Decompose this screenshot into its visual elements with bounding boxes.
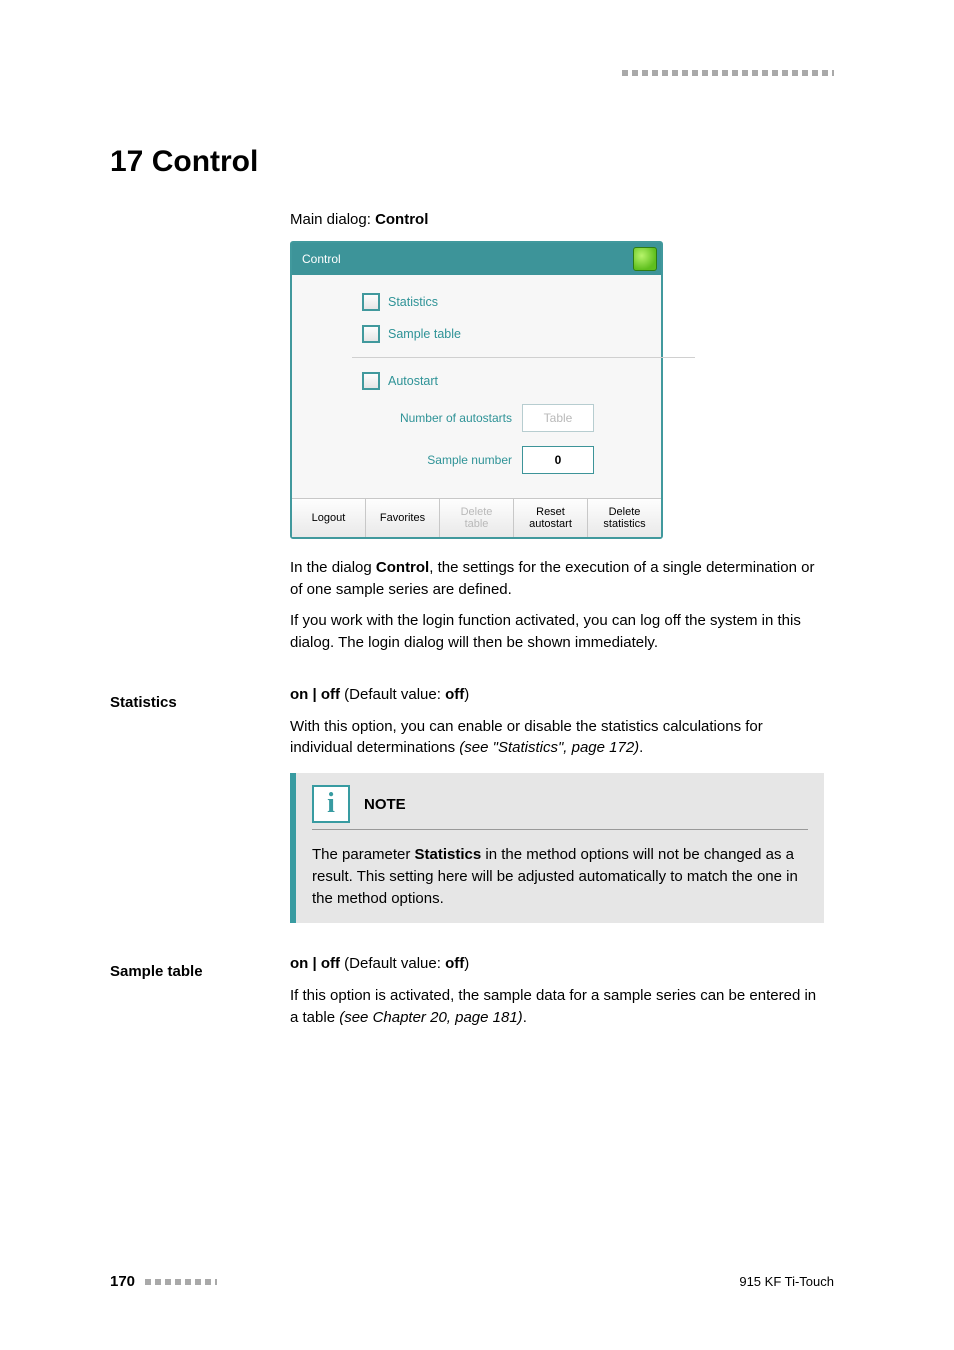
note-body-pre: The parameter — [312, 846, 415, 863]
mock-field-row: Sample number 0 — [362, 446, 643, 474]
mock-checkbox-row: Autostart — [362, 372, 643, 390]
sample-table-checkbox-label: Sample table — [388, 327, 461, 341]
paragraph: In the dialog Control, the settings for … — [290, 557, 824, 601]
default-bold: off — [445, 955, 464, 972]
note-title: NOTE — [364, 796, 406, 813]
info-icon-glyph: i — [327, 790, 335, 818]
para1-pre: In the dialog — [290, 559, 376, 576]
footer-product: 915 KF Ti-Touch — [739, 1274, 834, 1289]
onoff-prefix: on | off — [290, 955, 340, 972]
mock-title: Control — [302, 252, 341, 266]
sample-table-heading: Sample table — [110, 963, 280, 980]
num-autostarts-field[interactable]: Table — [522, 404, 594, 432]
default-suffix: ) — [464, 955, 469, 972]
reset-autostart-button[interactable]: Resetautostart — [514, 499, 588, 537]
mock-body: Statistics Sample table Autostart Number… — [292, 275, 661, 498]
footer-left: 170 — [110, 1273, 217, 1290]
sample-number-label: Sample number — [382, 453, 522, 467]
logout-button[interactable]: Logout — [292, 499, 366, 537]
statistics-body: With this option, you can enable or disa… — [290, 716, 824, 760]
default-prefix: (Default value: — [340, 686, 445, 703]
default-suffix: ) — [464, 686, 469, 703]
sample-table-checkbox[interactable] — [362, 325, 380, 343]
header-ornament — [622, 70, 834, 76]
sample-number-field[interactable]: 0 — [522, 446, 594, 474]
mock-field-row: Number of autostarts Table — [362, 404, 643, 432]
statistics-checkbox[interactable] — [362, 293, 380, 311]
info-icon: i — [312, 785, 350, 823]
mock-separator — [352, 357, 695, 358]
statistics-checkbox-label: Statistics — [388, 295, 438, 309]
num-autostarts-label: Number of autostarts — [382, 411, 522, 425]
page-number: 170 — [110, 1273, 135, 1290]
document-page: 17 Control Main dialog: Control Control … — [0, 0, 954, 1350]
onoff-prefix: on | off — [290, 686, 340, 703]
delete-table-button[interactable]: Deletetable — [440, 499, 514, 537]
main-dialog-bold: Control — [375, 211, 428, 228]
note-box: i NOTE The parameter Statistics in the m… — [290, 773, 824, 923]
mock-checkbox-row: Sample table — [362, 325, 643, 343]
paragraph: If you work with the login function acti… — [290, 610, 824, 654]
autostart-checkbox[interactable] — [362, 372, 380, 390]
delete-statistics-button[interactable]: Deletestatistics — [588, 499, 661, 537]
home-icon[interactable] — [633, 247, 657, 271]
mock-footer: Logout Favorites Deletetable Resetautost… — [292, 498, 661, 537]
chapter-title: 17 Control — [110, 145, 834, 179]
note-body: The parameter Statistics in the method o… — [312, 844, 808, 909]
mock-checkbox-row: Statistics — [362, 293, 643, 311]
control-dialog-mock: Control Statistics Sample table Autostar… — [290, 241, 663, 539]
st-body-ref: (see Chapter 20, page 181) — [339, 1009, 522, 1026]
note-body-bold: Statistics — [415, 846, 482, 863]
page-footer: 170 915 KF Ti-Touch — [110, 1273, 834, 1290]
main-dialog-line: Main dialog: Control — [290, 209, 824, 231]
default-prefix: (Default value: — [340, 955, 445, 972]
main-dialog-prefix: Main dialog: — [290, 211, 375, 228]
footer-ornament — [145, 1279, 217, 1285]
stats-body-post: . — [639, 739, 643, 756]
autostart-checkbox-label: Autostart — [388, 374, 438, 388]
statistics-heading: Statistics — [110, 694, 280, 711]
stats-body-ref: (see "Statistics", page 172) — [459, 739, 639, 756]
default-bold: off — [445, 686, 464, 703]
statistics-onoff: on | off (Default value: off) — [290, 684, 824, 706]
note-head: i NOTE — [312, 785, 808, 830]
favorites-button[interactable]: Favorites — [366, 499, 440, 537]
st-body-post: . — [523, 1009, 527, 1026]
para1-bold: Control — [376, 559, 429, 576]
mock-titlebar: Control — [292, 243, 661, 275]
sample-table-onoff: on | off (Default value: off) — [290, 953, 824, 975]
sample-table-body: If this option is activated, the sample … — [290, 985, 824, 1029]
